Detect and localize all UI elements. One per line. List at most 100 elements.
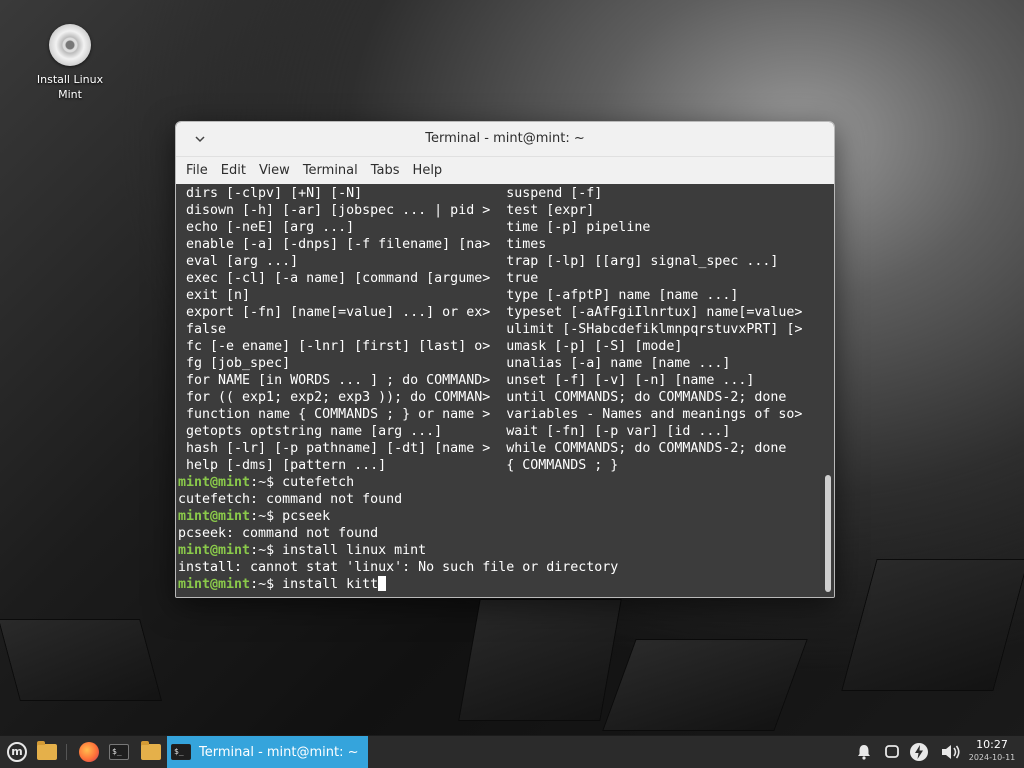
terminal-help-row: for NAME [in WORDS ... ] ; do COMMAND> u… bbox=[178, 372, 802, 389]
notifications-button[interactable] bbox=[852, 736, 876, 768]
disc-icon bbox=[49, 24, 91, 66]
menu-file[interactable]: File bbox=[180, 157, 214, 184]
command-text: install kitt bbox=[282, 577, 379, 592]
prompt-path: :~$ bbox=[250, 509, 283, 524]
help-left-entry: export [-fn] [name[=value] ...] or ex> bbox=[178, 305, 491, 320]
help-column-gap bbox=[298, 254, 506, 269]
output-text: pcseek: command not found bbox=[178, 526, 379, 541]
wallpaper-block bbox=[842, 560, 1024, 690]
help-left-entry: function name { COMMANDS ; } or name > bbox=[178, 407, 491, 422]
title-bar[interactable]: Terminal - mint@mint: ~ bbox=[176, 122, 834, 157]
output-text: install: cannot stat 'linux': No such fi… bbox=[178, 560, 619, 575]
terminal-help-row: fg [job_spec] unalias [-a] name [name ..… bbox=[178, 355, 802, 372]
terminal-icon: $_ bbox=[109, 744, 129, 760]
power-icon bbox=[910, 743, 928, 761]
scrollbar-thumb[interactable] bbox=[825, 475, 831, 592]
terminal-text: dirs [-clpv] [+N] [-N] suspend [-f] diso… bbox=[178, 185, 802, 593]
desktop-icon-install-linux-mint[interactable]: Install Linux Mint bbox=[28, 24, 112, 102]
terminal-help-row: export [-fn] [name[=value] ...] or ex> t… bbox=[178, 304, 802, 321]
taskbar-window-title: Terminal - mint@mint: ~ bbox=[199, 744, 359, 760]
help-column-gap bbox=[250, 288, 506, 303]
terminal-output-line: pcseek: command not found bbox=[178, 525, 802, 542]
wallpaper-block bbox=[0, 620, 161, 700]
files-icon bbox=[141, 741, 161, 760]
help-right-entry: unalias [-a] name [name ...] bbox=[506, 356, 731, 371]
terminal-help-row: echo [-neE] [arg ...] time [-p] pipeline bbox=[178, 219, 802, 236]
help-right-entry: variables - Names and meanings of so> bbox=[506, 407, 803, 422]
wallpaper-block bbox=[459, 600, 621, 720]
help-right-entry: suspend [-f] bbox=[506, 186, 603, 201]
terminal-help-row: enable [-a] [-dnps] [-f filename] [na> t… bbox=[178, 236, 802, 253]
clock[interactable]: 10:27 2024-10-11 bbox=[968, 738, 1016, 764]
terminal-prompt-line: mint@mint:~$ pcseek bbox=[178, 508, 802, 525]
help-right-entry: test [expr] bbox=[506, 203, 595, 218]
help-column-gap bbox=[490, 441, 506, 456]
display-button[interactable] bbox=[880, 736, 904, 768]
terminal-help-row: false ulimit [-SHabcdefiklmnpqrstuvxPRT]… bbox=[178, 321, 802, 338]
menu-help[interactable]: Help bbox=[407, 157, 449, 184]
help-left-entry: disown [-h] [-ar] [jobspec ... | pid > bbox=[178, 203, 491, 218]
help-left-entry: fc [-e ename] [-lnr] [first] [last] o> bbox=[178, 339, 491, 354]
volume-button[interactable] bbox=[938, 736, 964, 768]
help-column-gap bbox=[290, 356, 506, 371]
files-launcher[interactable] bbox=[138, 739, 164, 765]
window-title: Terminal - mint@mint: ~ bbox=[425, 131, 585, 146]
desktop-icon-label-line1: Install Linux bbox=[36, 73, 104, 86]
help-left-entry: exec [-cl] [-a name] [command [argume> bbox=[178, 271, 491, 286]
help-column-gap bbox=[490, 203, 506, 218]
help-right-entry: wait [-fn] [-p var] [id ...] bbox=[506, 424, 731, 439]
terminal-help-row: hash [-lr] [-p pathname] [-dt] [name > w… bbox=[178, 440, 802, 457]
terminal-help-row: help [-dms] [pattern ...] { COMMANDS ; } bbox=[178, 457, 802, 474]
mint-menu-button[interactable]: m bbox=[4, 739, 30, 765]
taskbar-window-terminal[interactable]: $_ Terminal - mint@mint: ~ bbox=[167, 736, 368, 768]
command-text: pcseek bbox=[282, 509, 331, 524]
help-left-entry: for (( exp1; exp2; exp3 )); do COMMAN> bbox=[178, 390, 491, 405]
command-text: install linux mint bbox=[282, 543, 427, 558]
prompt-user: mint@mint bbox=[178, 475, 251, 490]
help-right-entry: type [-afptP] name [name ...] bbox=[506, 288, 739, 303]
menu-terminal[interactable]: Terminal bbox=[297, 157, 364, 184]
help-left-entry: hash [-lr] [-p pathname] [-dt] [name > bbox=[178, 441, 491, 456]
terminal-icon: $_ bbox=[171, 744, 191, 760]
firefox-icon bbox=[79, 742, 99, 762]
terminal-help-row: exec [-cl] [-a name] [command [argume> t… bbox=[178, 270, 802, 287]
desktop-icon-label-line2: Mint bbox=[58, 88, 82, 101]
terminal-scrollbar[interactable] bbox=[822, 184, 834, 597]
clock-time: 10:27 bbox=[976, 738, 1008, 751]
terminal-help-row: function name { COMMANDS ; } or name > v… bbox=[178, 406, 802, 423]
help-left-entry: for NAME [in WORDS ... ] ; do COMMAND> bbox=[178, 373, 491, 388]
help-column-gap bbox=[226, 322, 506, 337]
help-left-entry: getopts optstring name [arg ...] bbox=[178, 424, 443, 439]
help-right-entry: true bbox=[506, 271, 539, 286]
power-button[interactable] bbox=[906, 736, 932, 768]
help-right-entry: typeset [-aAfFgiIlnrtux] name[=value> bbox=[506, 305, 803, 320]
volume-icon bbox=[942, 745, 960, 759]
help-column-gap bbox=[490, 407, 506, 422]
help-right-entry: ulimit [-SHabcdefiklmnpqrstuvxPRT] [> bbox=[506, 322, 803, 337]
help-right-entry: time [-p] pipeline bbox=[506, 220, 651, 235]
terminal-prompt-line: mint@mint:~$ install kitt bbox=[178, 576, 802, 593]
terminal-launcher[interactable]: $_ bbox=[106, 739, 132, 765]
terminal-output-area[interactable]: dirs [-clpv] [+N] [-N] suspend [-f] diso… bbox=[176, 184, 822, 597]
folder-icon bbox=[37, 741, 57, 760]
terminal-help-row: disown [-h] [-ar] [jobspec ... | pid > t… bbox=[178, 202, 802, 219]
firefox-launcher[interactable] bbox=[76, 739, 102, 765]
taskbar: m $_ $_ Terminal - mint@mint: ~ 10:27 20… bbox=[0, 735, 1024, 768]
terminal-help-row: exit [n] type [-afptP] name [name ...] bbox=[178, 287, 802, 304]
terminal-help-row: getopts optstring name [arg ...] wait [-… bbox=[178, 423, 802, 440]
help-column-gap bbox=[386, 458, 506, 473]
terminal-help-row: eval [arg ...] trap [-lp] [[arg] signal_… bbox=[178, 253, 802, 270]
help-column-gap bbox=[490, 373, 506, 388]
menu-tabs[interactable]: Tabs bbox=[365, 157, 406, 184]
help-right-entry: { COMMANDS ; } bbox=[506, 458, 619, 473]
help-left-entry: dirs [-clpv] [+N] [-N] bbox=[178, 186, 363, 201]
help-column-gap bbox=[354, 220, 506, 235]
menu-edit[interactable]: Edit bbox=[215, 157, 252, 184]
help-right-entry: umask [-p] [-S] [mode] bbox=[506, 339, 683, 354]
prompt-path: :~$ bbox=[250, 475, 283, 490]
show-desktop-button[interactable] bbox=[34, 739, 60, 765]
prompt-user: mint@mint bbox=[178, 509, 251, 524]
help-right-entry: unset [-f] [-v] [-n] [name ...] bbox=[506, 373, 755, 388]
menu-view[interactable]: View bbox=[253, 157, 296, 184]
prompt-user: mint@mint bbox=[178, 577, 251, 592]
